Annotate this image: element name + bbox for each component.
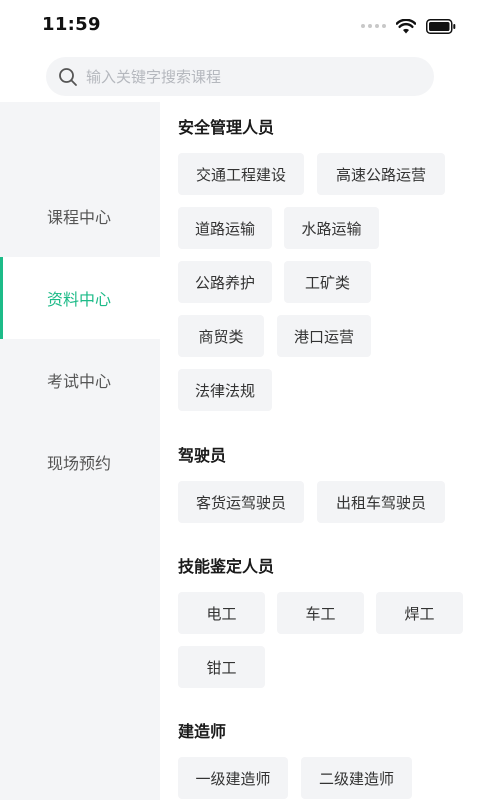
sidebar-item-material-center[interactable]: 资料中心 [0,257,160,339]
chip-traffic-engineering[interactable]: 交通工程建设 [178,153,304,195]
chip-taxi-driver[interactable]: 出租车驾驶员 [317,481,445,523]
chip-highway-operation[interactable]: 高速公路运营 [317,153,445,195]
chip-second-class-constructor[interactable]: 二级建造师 [301,757,412,799]
section-title-safety-management: 安全管理人员 [178,118,275,137]
chip-lathe-worker[interactable]: 车工 [277,592,364,634]
sidebar-item-course-center[interactable]: 课程中心 [0,175,160,257]
chip-first-class-constructor[interactable]: 一级建造师 [178,757,288,799]
sidebar-item-label: 课程中心 [47,208,112,227]
sidebar: 课程中心 资料中心 考试中心 现场预约 [0,102,160,800]
search-icon [59,67,77,86]
chip-waterway-transport[interactable]: 水路运输 [284,207,379,249]
chip-welder[interactable]: 焊工 [376,592,463,634]
chip-commerce-trade[interactable]: 商贸类 [178,315,264,357]
chip-port-operation[interactable]: 港口运营 [277,315,371,357]
status-icons [361,16,456,36]
sidebar-item-exam-center[interactable]: 考试中心 [0,339,160,421]
chip-industrial-mining[interactable]: 工矿类 [284,261,371,303]
status-bar: 11:59 [0,0,480,52]
section-title-constructor: 建造师 [178,722,227,741]
chip-fitter[interactable]: 钳工 [178,646,265,688]
wifi-icon [396,18,416,34]
chip-passenger-freight-driver[interactable]: 客货运驾驶员 [178,481,304,523]
sidebar-item-onsite-booking[interactable]: 现场预约 [0,421,160,503]
chip-laws-regulations[interactable]: 法律法规 [178,369,272,411]
status-time: 11:59 [42,14,101,35]
search-input[interactable] [86,67,406,86]
section-title-skill-appraisal: 技能鉴定人员 [178,557,275,576]
chip-highway-maintenance[interactable]: 公路养护 [178,261,272,303]
section-title-driver: 驾驶员 [178,446,227,465]
sidebar-item-label: 考试中心 [47,372,112,391]
signal-dots-icon [361,24,386,28]
category-content: 安全管理人员 交通工程建设 高速公路运营 道路运输 水路运输 公路养护 工矿类 … [160,102,480,800]
chip-road-transport[interactable]: 道路运输 [178,207,272,249]
battery-icon [426,18,456,34]
sidebar-item-label: 资料中心 [47,290,112,309]
search-bar[interactable] [46,57,434,96]
chip-electrician[interactable]: 电工 [178,592,265,634]
sidebar-item-label: 现场预约 [47,454,112,473]
